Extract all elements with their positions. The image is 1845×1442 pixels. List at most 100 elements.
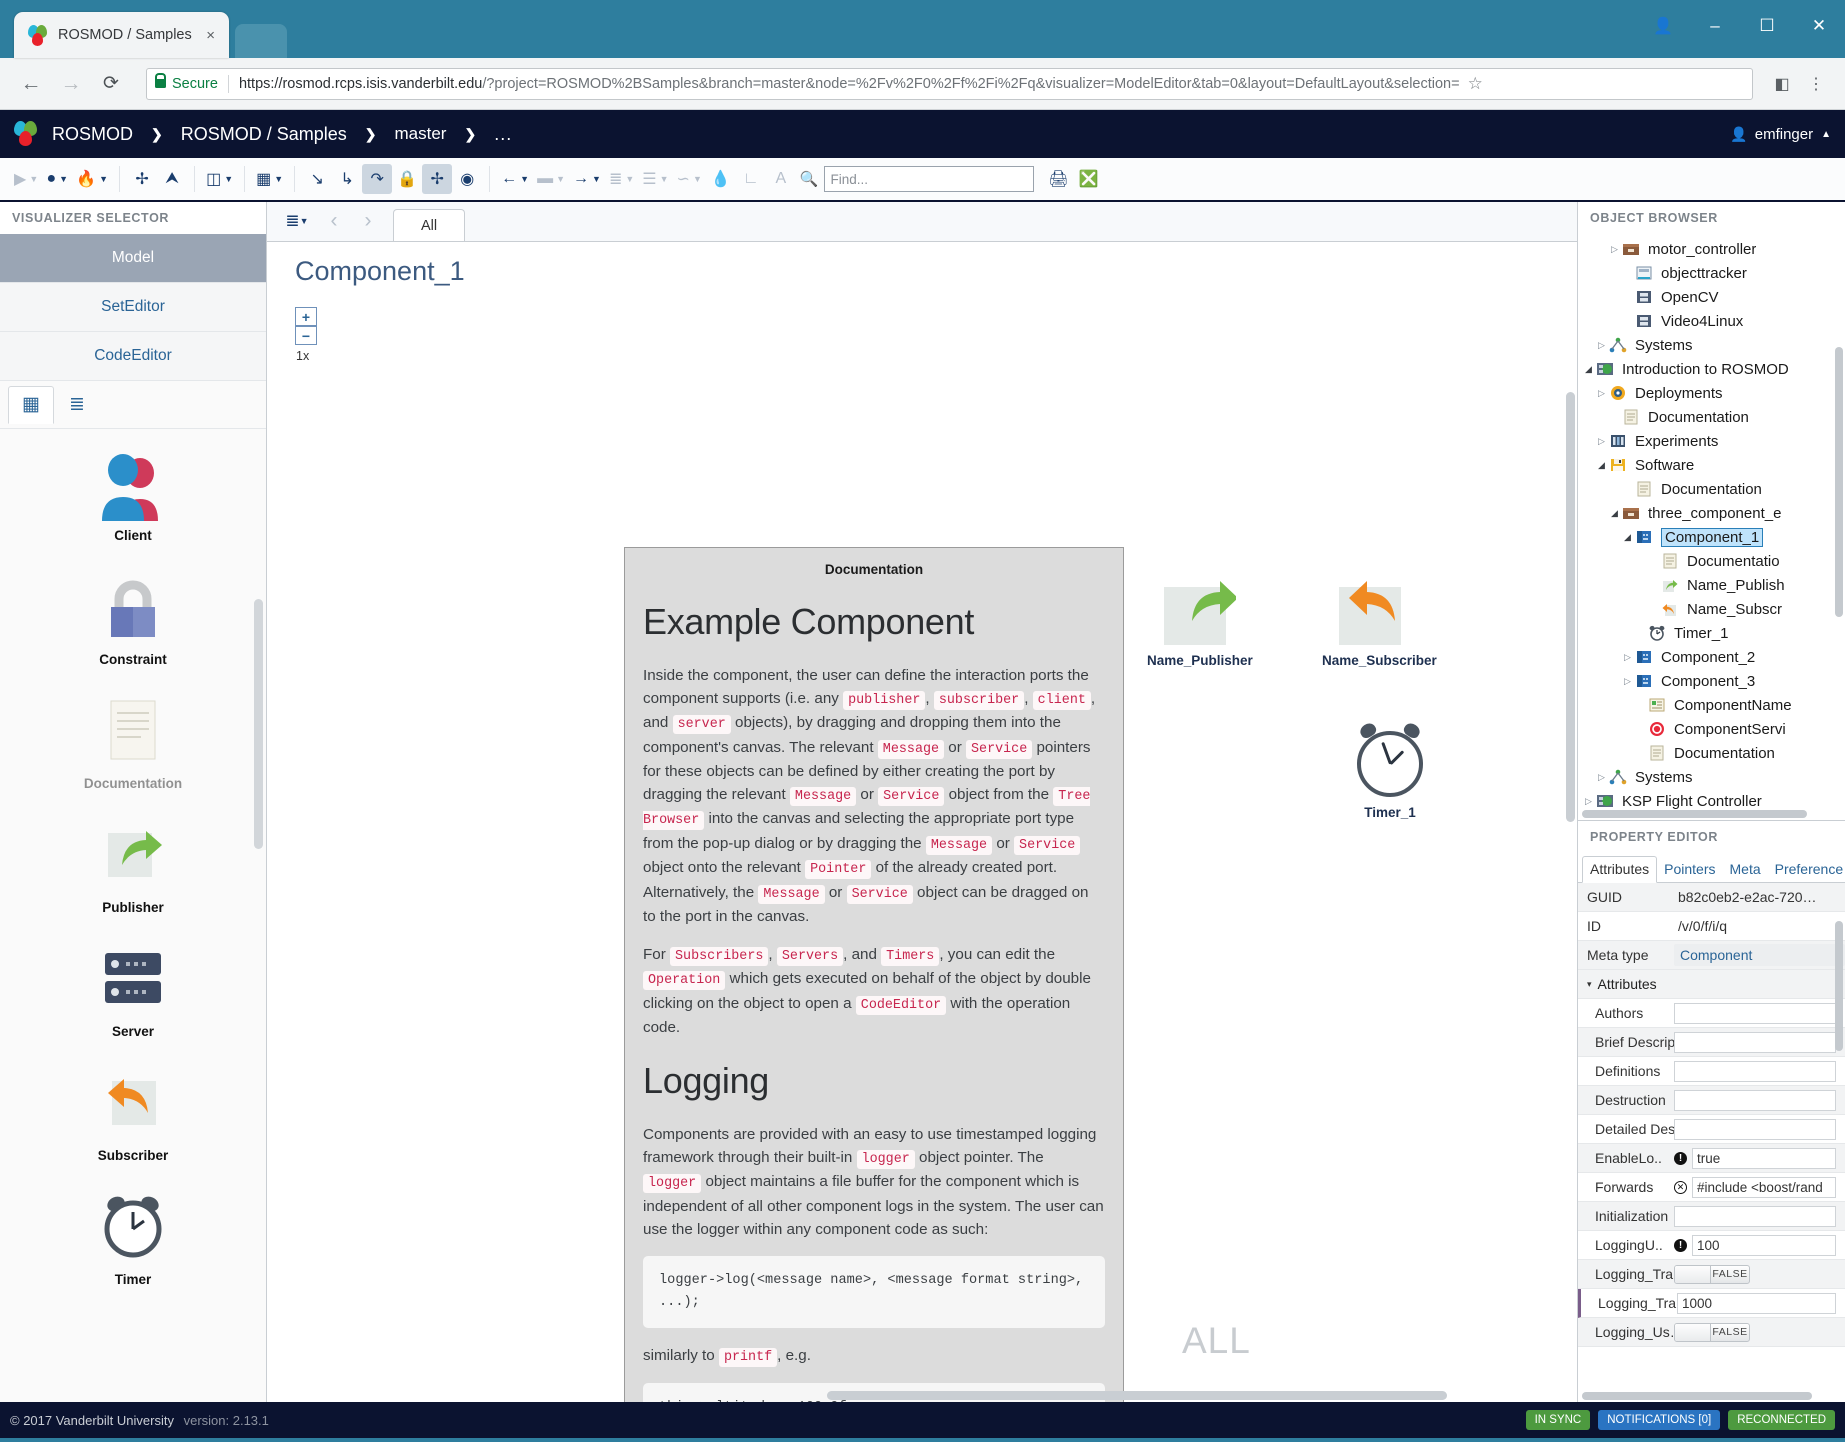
property-input[interactable]	[1674, 1089, 1836, 1111]
tree-node-systems[interactable]: ▷ Systems	[1578, 765, 1845, 789]
property-row[interactable]: GUID b82c0eb2-e2ac-720…	[1578, 883, 1845, 912]
tree-node-documentation[interactable]: Documentation	[1578, 477, 1845, 501]
property-row[interactable]: Forwards ✕ #include <boost/rand	[1578, 1173, 1845, 1202]
chevron-right-icon[interactable]: ▷	[1607, 244, 1622, 255]
tree-node-video4linux[interactable]: Video4Linux	[1578, 309, 1845, 333]
line-color-icon[interactable]: ∟	[736, 164, 766, 194]
tree-node-component-1[interactable]: ◢ Component_1	[1578, 525, 1845, 549]
canvas-node-timer[interactable]: Timer_1	[1342, 727, 1438, 820]
property-row[interactable]: Destruction	[1578, 1086, 1845, 1115]
tree-node-name-subscr[interactable]: Name_Subscr	[1578, 597, 1845, 621]
breadcrumb-project[interactable]: ROSMOD / Samples	[181, 124, 347, 145]
property-input[interactable]	[1674, 1031, 1836, 1053]
tab-prev-icon[interactable]: ‹	[317, 204, 351, 238]
canvas-node-publisher[interactable]: Name_Publisher	[1147, 581, 1253, 668]
grid-icon[interactable]: ▦ ▼	[252, 164, 287, 194]
property-row[interactable]: Logging_Tra…1000	[1578, 1289, 1845, 1318]
line-routing-icon[interactable]: ↷	[362, 164, 393, 194]
align-icon[interactable]: ≣ ▼	[605, 164, 638, 194]
info-icon[interactable]: !	[1674, 1151, 1687, 1165]
property-toggle[interactable]: FALSE	[1674, 1322, 1750, 1342]
back-icon[interactable]: ←	[14, 67, 48, 101]
palette-item-documentation[interactable]: Documentation	[0, 693, 266, 791]
tree-node-deployments[interactable]: ▷ Deployments	[1578, 381, 1845, 405]
window-close-icon[interactable]: ✕	[1793, 0, 1845, 52]
palette-item-client[interactable]: Client	[0, 445, 266, 543]
menu-icon[interactable]: ⋮	[1801, 69, 1831, 99]
validate-button[interactable]: ● ▼	[42, 164, 72, 194]
canvas-node-subscriber[interactable]: Name_Subscriber	[1322, 581, 1437, 668]
user-menu[interactable]: 👤 emfinger ▲	[1730, 126, 1831, 143]
property-input[interactable]: #include <boost/rand	[1692, 1176, 1836, 1198]
cast-icon[interactable]: ◧	[1767, 69, 1797, 99]
arrow-start-icon[interactable]: ← ▼	[497, 164, 533, 194]
chevron-right-icon[interactable]: ▷	[1594, 772, 1609, 783]
object-browser-horizontal-scrollbar[interactable]	[1582, 810, 1807, 818]
tree-node-software[interactable]: ◢ Software	[1578, 453, 1845, 477]
line-diagonal-icon[interactable]: ↘	[302, 164, 332, 194]
chevron-right-icon[interactable]: ▷	[1620, 652, 1635, 663]
plugin-button[interactable]: 🔥 ▼	[72, 164, 112, 194]
visibility-icon[interactable]: ◉	[452, 164, 482, 194]
property-input[interactable]	[1674, 1118, 1836, 1140]
breadcrumb-branch[interactable]: master	[395, 124, 447, 144]
tree-node-opencv[interactable]: OpenCV	[1578, 285, 1845, 309]
maximize-icon[interactable]: ☐	[1741, 0, 1793, 52]
line-elbow-icon[interactable]: ↳	[332, 164, 362, 194]
chevron-right-icon[interactable]: ▷	[1620, 676, 1635, 687]
chevron-down-icon[interactable]: ◢	[1607, 508, 1622, 519]
model-canvas[interactable]: Component_1 + − 1x Documentation Example…	[267, 242, 1577, 1402]
line-style-icon[interactable]: ▬ ▼	[533, 164, 569, 194]
tree-node-objecttracker[interactable]: objecttracker	[1578, 261, 1845, 285]
canvas-horizontal-scrollbar[interactable]	[827, 1391, 1447, 1400]
property-row[interactable]: Meta type Component	[1578, 941, 1845, 970]
tree-node-component-2[interactable]: ▷ Component_2	[1578, 645, 1845, 669]
text-color-icon[interactable]: A	[766, 164, 796, 194]
browser-tab[interactable]: ROSMOD / Samples ×	[14, 12, 229, 58]
property-row[interactable]: Brief Descrip…	[1578, 1028, 1845, 1057]
tab-next-icon[interactable]: ›	[351, 204, 385, 238]
clear-icon[interactable]: ❎	[1074, 164, 1104, 194]
status-badge-notifications[interactable]: NOTIFICATIONS [0]	[1598, 1410, 1721, 1430]
fill-color-icon[interactable]: 💧	[706, 164, 736, 194]
tab-preferences[interactable]: Preference	[1768, 857, 1845, 882]
chevron-down-icon[interactable]: ◢	[1620, 532, 1635, 543]
tree-node-experiments[interactable]: ▷ Experiments	[1578, 429, 1845, 453]
tree-node-documentation[interactable]: Documentation	[1578, 741, 1845, 765]
property-value-link[interactable]: Component	[1674, 944, 1845, 966]
autolayout-icon[interactable]: ✢	[127, 164, 157, 194]
documentation-card[interactable]: Documentation Example Component Inside t…	[624, 547, 1124, 1402]
bookmark-star-icon[interactable]: ☆	[1468, 74, 1483, 94]
run-button[interactable]: ▶ ▼	[10, 164, 42, 194]
tree-node-component-3[interactable]: ▷ Component_3	[1578, 669, 1845, 693]
profile-icon[interactable]: 👤	[1637, 0, 1689, 52]
tab-meta[interactable]: Meta	[1723, 857, 1768, 882]
reset-icon[interactable]: ✕	[1674, 1180, 1687, 1194]
object-tree[interactable]: ▷ motor_controller objecttracker OpenCV Vide…	[1578, 234, 1845, 820]
close-icon[interactable]: ×	[206, 27, 215, 44]
tab-all[interactable]: All	[393, 209, 465, 241]
property-row[interactable]: Logging_Us… FALSE	[1578, 1318, 1845, 1347]
navigate-up-icon[interactable]: ⮝	[157, 164, 187, 194]
palette-item-publisher[interactable]: Publisher	[0, 817, 266, 915]
curve-icon[interactable]: ∽ ▼	[673, 164, 706, 194]
tree-node-name-publish[interactable]: Name_Publish	[1578, 573, 1845, 597]
tree-node-introduction-to-rosmod[interactable]: ◢ Introduction to ROSMOD	[1578, 357, 1845, 381]
tree-node-componentservi[interactable]: ComponentServi	[1578, 717, 1845, 741]
property-input[interactable]: 100	[1692, 1234, 1836, 1256]
tree-node-timer-1[interactable]: Timer_1	[1578, 621, 1845, 645]
print-icon[interactable]: 🖨	[1044, 164, 1074, 194]
reload-icon[interactable]: ⟳	[94, 67, 128, 101]
zoom-out-button[interactable]: −	[295, 326, 317, 345]
chevron-right-icon[interactable]: ▷	[1594, 340, 1609, 351]
property-toggle[interactable]: FALSE	[1674, 1264, 1750, 1284]
tab-attributes[interactable]: Attributes	[1582, 856, 1658, 883]
new-tab-button[interactable]	[235, 24, 287, 58]
tab-list-icon[interactable]: ≣ ▼	[277, 204, 317, 238]
property-editor-horizontal-scrollbar[interactable]	[1582, 1392, 1812, 1400]
property-row[interactable]: Definitions	[1578, 1057, 1845, 1086]
chevron-right-icon[interactable]: ▷	[1581, 796, 1596, 807]
status-badge-sync[interactable]: IN SYNC	[1525, 1410, 1591, 1430]
grid-view-icon[interactable]: ▦	[8, 385, 54, 424]
object-browser-vertical-scrollbar[interactable]	[1835, 347, 1843, 617]
